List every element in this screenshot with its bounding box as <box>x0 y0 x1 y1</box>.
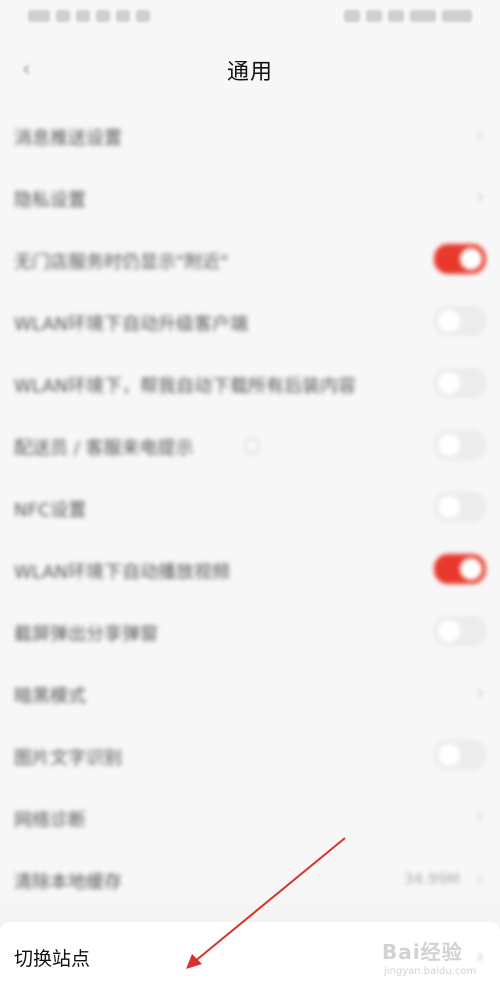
settings-row[interactable]: 网络诊断 › <box>0 786 500 848</box>
toggle-knob <box>438 744 460 766</box>
signal-icon-2 <box>56 10 70 22</box>
clock-icon <box>442 10 472 22</box>
toggle-knob <box>438 310 460 332</box>
toggle-switch[interactable] <box>434 492 486 522</box>
settings-row-label: 图片文字识别 <box>14 748 122 769</box>
settings-row[interactable]: 消息推送设置 › <box>0 104 500 166</box>
chevron-right-icon: › <box>476 184 484 208</box>
chevron-right-icon: › <box>476 680 484 704</box>
toggle-knob <box>460 248 482 270</box>
settings-list: 消息推送设置 › 隐私设置 › 无门店服务时仍显示"附近" WLAN环境下自动升级客户端 W… <box>0 104 500 904</box>
settings-row[interactable]: 暗黑模式 › <box>0 662 500 724</box>
toggle-knob <box>460 558 482 580</box>
settings-row[interactable]: 截屏弹出分享弹窗 <box>0 600 500 662</box>
settings-row-label: 无门店服务时仍显示"附近" <box>14 252 229 273</box>
alarm-icon <box>136 10 150 22</box>
chevron-right-icon: › <box>476 804 484 828</box>
settings-row-label: WLAN环境下自动升级客户端 <box>14 314 249 335</box>
settings-row[interactable]: 无门店服务时仍显示"附近" <box>0 228 500 290</box>
chevron-right-icon: › <box>476 866 484 890</box>
toggle-switch[interactable] <box>434 244 486 274</box>
status-bar <box>0 0 500 36</box>
toggle-switch[interactable] <box>434 368 486 398</box>
info-circle-icon[interactable] <box>244 438 260 454</box>
bluetooth-icon <box>366 10 382 22</box>
signal-icon <box>28 10 50 22</box>
toggle-switch[interactable] <box>434 616 486 646</box>
nfc-icon <box>96 10 110 22</box>
settings-row-label: NFC设置 <box>14 500 87 521</box>
watermark: Bai经验 jingyan.baidu.com <box>382 934 492 984</box>
settings-row[interactable]: 图片文字识别 <box>0 724 500 786</box>
settings-row-label: WLAN环境下自动播放视频 <box>14 562 231 583</box>
toggle-knob <box>438 620 460 642</box>
status-right-icons <box>344 10 472 22</box>
toggle-knob <box>438 434 460 456</box>
nav-bar: ‹ 通用 <box>0 36 500 104</box>
settings-row[interactable]: WLAN环境下自动升级客户端 <box>0 290 500 352</box>
settings-row-label: 隐私设置 <box>14 190 86 211</box>
toggle-knob <box>438 496 460 518</box>
location-icon <box>388 10 404 22</box>
settings-row-label: 暗黑模式 <box>14 686 86 707</box>
toggle-switch[interactable] <box>434 554 486 584</box>
chevron-right-icon: › <box>476 122 484 146</box>
switch-site-label: 切换站点 <box>14 948 91 970</box>
battery-icon <box>410 10 436 22</box>
watermark-url: jingyan.baidu.com <box>384 966 477 977</box>
settings-row-label: WLAN环境下，帮我自动下载所有后装内容 <box>14 376 357 397</box>
settings-row-label: 消息推送设置 <box>14 128 122 149</box>
settings-row-label: 截屏弹出分享弹窗 <box>14 624 158 645</box>
status-left-icons <box>28 10 150 22</box>
settings-row[interactable]: 配送员 / 客服来电提示 <box>0 414 500 476</box>
settings-row[interactable]: 隐私设置 › <box>0 166 500 228</box>
notification-icon <box>116 10 130 22</box>
cache-size-value: 34.99M <box>404 870 460 888</box>
settings-row[interactable]: WLAN环境下自动播放视频 <box>0 538 500 600</box>
toggle-knob <box>438 372 460 394</box>
watermark-logo: Bai经验 <box>382 940 463 964</box>
settings-row[interactable]: NFC设置 <box>0 476 500 538</box>
vibrate-icon <box>344 10 360 22</box>
settings-row-label: 清除本地缓存 <box>14 872 122 893</box>
page-title: 通用 <box>226 60 273 85</box>
toggle-switch[interactable] <box>434 430 486 460</box>
wifi-icon <box>76 10 90 22</box>
settings-row-label: 网络诊断 <box>14 810 86 831</box>
settings-row[interactable]: WLAN环境下，帮我自动下载所有后装内容 <box>0 352 500 414</box>
settings-row[interactable]: 清除本地缓存 34.99M › <box>0 848 500 910</box>
settings-row-label: 配送员 / 客服来电提示 <box>14 438 194 459</box>
toggle-switch[interactable] <box>434 306 486 336</box>
toggle-switch[interactable] <box>434 740 486 770</box>
